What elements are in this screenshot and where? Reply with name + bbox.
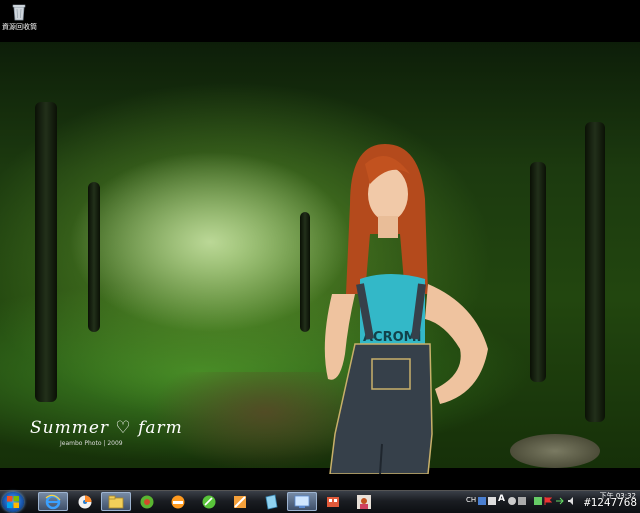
taskbar-btn-paint[interactable]	[225, 492, 255, 511]
keyboard-icon[interactable]	[488, 497, 496, 505]
taskbar-btn-file-explorer[interactable]	[101, 492, 131, 511]
tree-trunk	[35, 102, 57, 402]
wallpaper-branding: Summer ♡ farm Jeambo Photo | 2009	[30, 418, 183, 447]
media-player-icon	[78, 495, 92, 508]
help-icon[interactable]	[508, 497, 516, 505]
paint-icon	[234, 495, 246, 508]
remote-desktop-icon	[294, 495, 310, 508]
orange-face-icon	[171, 495, 185, 508]
start-button[interactable]	[2, 492, 24, 512]
taskbar-btn-profile-photo[interactable]	[349, 492, 379, 511]
taskbar-btn-media-center[interactable]	[318, 492, 348, 511]
arrow-icon[interactable]	[556, 497, 564, 505]
green-orb-icon	[140, 495, 154, 508]
wallpaper-credit: Jeambo Photo | 2009	[60, 440, 123, 447]
network-icon[interactable]	[534, 497, 542, 505]
tree-trunk	[88, 182, 100, 332]
taskbar-btn-notepad[interactable]	[256, 492, 286, 511]
file-explorer-icon	[108, 495, 124, 508]
recycle-bin-shortcut[interactable]: 資源回收筒	[2, 2, 37, 31]
settings-icon[interactable]	[518, 497, 526, 505]
profile-photo-icon	[357, 494, 371, 509]
taskbar-btn-green-orb[interactable]	[132, 492, 162, 511]
media-center-icon	[327, 496, 339, 507]
wallpaper-title: Summer ♡ farm	[30, 418, 183, 438]
taskbar-btn-green-ball[interactable]	[194, 492, 224, 511]
internet-explorer-icon	[45, 494, 61, 509]
taskbar: CH A 下午 03:32	[0, 490, 640, 513]
volume-icon[interactable]	[568, 497, 576, 505]
tree-trunk	[585, 122, 605, 422]
flag-icon[interactable]	[544, 497, 552, 505]
taskbar-btn-internet-explorer[interactable]	[38, 492, 68, 511]
image-watermark: #1247768	[584, 496, 637, 509]
green-ball-icon	[202, 495, 216, 508]
language-indicator[interactable]: CH	[466, 496, 476, 504]
font-a-icon[interactable]: A	[498, 494, 505, 504]
taskbar-btn-orange-face[interactable]	[163, 492, 193, 511]
rock	[510, 434, 600, 468]
recycle-bin-icon	[12, 4, 26, 21]
recycle-bin-label: 資源回收筒	[2, 23, 37, 31]
notepad-icon	[265, 494, 278, 509]
windows-logo-icon	[7, 496, 19, 508]
taskbar-btn-remote-desktop[interactable]	[287, 492, 317, 511]
tree-trunk	[530, 162, 546, 382]
taskbar-btn-media-player[interactable]	[70, 492, 100, 511]
input-method-icon[interactable]	[478, 497, 486, 505]
tree-trunk	[300, 212, 310, 332]
woman-photo: ACROMI	[324, 144, 488, 474]
